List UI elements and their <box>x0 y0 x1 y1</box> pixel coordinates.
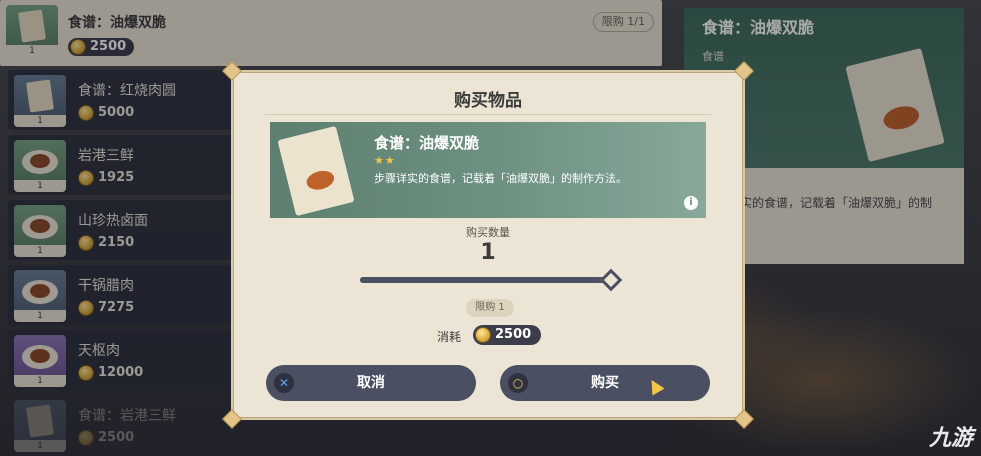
info-icon[interactable]: i <box>684 196 698 210</box>
dialog-title: 购买物品 <box>454 91 522 111</box>
divider <box>265 114 711 115</box>
mora-coin-icon <box>475 327 491 343</box>
purchase-limit: 限购 1 <box>466 299 514 317</box>
cursor-icon <box>645 376 665 396</box>
quantity-value: 1 <box>480 240 496 265</box>
recipe-illustration <box>277 125 355 217</box>
slider-fill <box>360 277 612 283</box>
item-description: 步骤详实的食谱，记载着「油爆双脆」的制作方法。 <box>374 172 627 185</box>
cross-icon: ✕ <box>274 373 294 393</box>
quantity-slider[interactable] <box>360 277 612 283</box>
cost-value: 2500 <box>495 327 532 342</box>
cancel-label: 取消 <box>357 375 385 391</box>
watermark-logo: 九游 <box>928 426 973 451</box>
buy-label: 购买 <box>591 375 619 391</box>
quantity-label: 购买数量 <box>466 226 510 239</box>
buy-button[interactable]: ○ 购买 <box>500 365 710 401</box>
cancel-button[interactable]: ✕ 取消 <box>266 365 476 401</box>
item-name: 食谱：油爆双脆 <box>374 134 480 152</box>
slider-handle[interactable] <box>599 268 623 292</box>
cost-amount: 2500 <box>473 325 542 345</box>
item-card: 食谱：油爆双脆 ★★ 步骤详实的食谱，记载着「油爆双脆」的制作方法。 i <box>270 122 706 218</box>
purchase-dialog: 购买物品 食谱：油爆双脆 ★★ 步骤详实的食谱，记载着「油爆双脆」的制作方法。 … <box>222 61 754 429</box>
rarity-stars: ★★ <box>374 154 396 167</box>
circle-icon: ○ <box>508 373 528 393</box>
cost-label: 消耗 <box>437 330 462 344</box>
